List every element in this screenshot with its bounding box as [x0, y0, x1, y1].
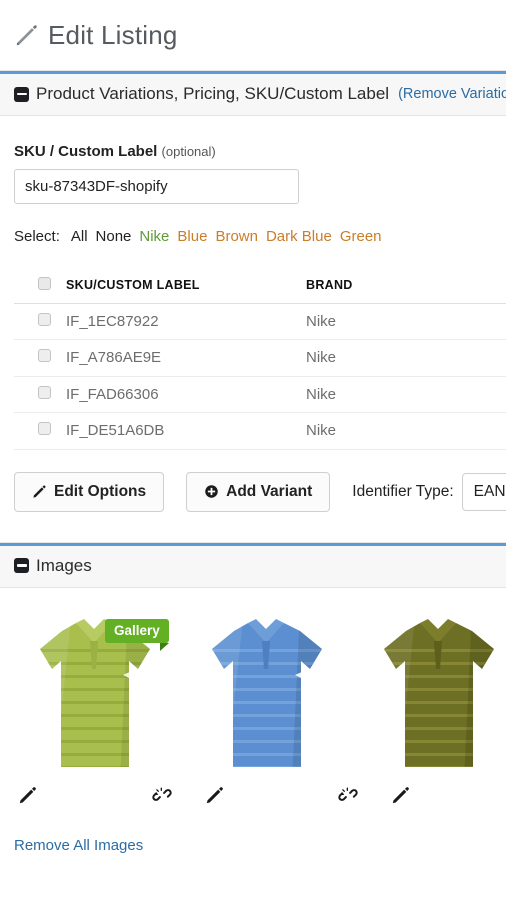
- sku-field-optional-note: (optional): [161, 144, 216, 159]
- select-label: Select:: [14, 228, 60, 245]
- variations-panel-body: SKU / Custom Label (optional) Select: All…: [0, 143, 506, 542]
- panel-bottom-gap: [14, 512, 492, 542]
- identifier-type-value: EAN: [473, 482, 506, 500]
- variations-section-header[interactable]: Product Variations, Pricing, SKU/Custom …: [0, 74, 506, 116]
- remove-variations-link[interactable]: (Remove Variations): [398, 86, 506, 102]
- edit-pencil-icon[interactable]: [205, 785, 225, 805]
- select-nike-link[interactable]: Nike: [139, 228, 169, 245]
- image-action-icon-row: [0, 781, 506, 815]
- select-blue-link[interactable]: Blue: [177, 228, 207, 245]
- sku-field-label: SKU / Custom Label (optional): [14, 143, 492, 160]
- variations-section-title: Product Variations, Pricing, SKU/Custom …: [36, 84, 390, 103]
- row-sku: IF_FAD66306: [66, 376, 306, 413]
- select-brown-link[interactable]: Brown: [215, 228, 258, 245]
- variations-action-row: Edit Options Add Variant Identifier Type…: [14, 471, 506, 512]
- thumbnail-green-polo[interactable]: Gallery: [32, 609, 169, 781]
- identifier-type-label: Identifier Type:: [352, 482, 454, 500]
- select-dark-blue-link[interactable]: Dark Blue: [266, 228, 332, 245]
- pencil-icon: [16, 25, 37, 46]
- row-checkbox-cell: [14, 376, 66, 413]
- thumbnail-list: Gallery: [14, 606, 494, 781]
- variant-quick-select-row: Select: All None Nike Blue Brown Dark Blue Gree…: [14, 228, 492, 245]
- gallery-badge: Gallery: [105, 618, 169, 651]
- row-checkbox-cell: [14, 412, 66, 450]
- column-header-brand: BRAND: [306, 267, 506, 304]
- row-checkbox[interactable]: [38, 349, 51, 363]
- add-variant-button[interactable]: Add Variant: [186, 471, 331, 512]
- table-row[interactable]: IF_DE51A6DB Nike: [14, 412, 506, 450]
- row-checkbox-cell: [14, 339, 66, 377]
- row-checkbox-cell: [14, 303, 66, 340]
- row-brand: Nike: [306, 412, 506, 450]
- sku-field-label-text: SKU / Custom Label: [14, 143, 158, 160]
- select-all-checkbox[interactable]: [38, 276, 51, 290]
- row-brand: Nike: [306, 339, 506, 377]
- page-header: Edit Listing: [0, 0, 506, 70]
- collapse-minus-icon[interactable]: [14, 86, 29, 102]
- row-sku: IF_DE51A6DB: [66, 412, 306, 450]
- variations-section-links: (Remove Variations)(I: [398, 85, 506, 103]
- images-section-title: Images: [36, 555, 92, 575]
- image-thumbnail-strip: Gallery: [0, 606, 506, 781]
- row-checkbox[interactable]: [38, 312, 51, 326]
- images-section-header[interactable]: Images: [0, 545, 506, 588]
- select-none-link[interactable]: None: [96, 228, 132, 245]
- row-sku: IF_1EC87922: [66, 303, 306, 340]
- table-row[interactable]: IF_A786AE9E Nike: [14, 339, 506, 377]
- pencil-icon: [32, 484, 47, 499]
- add-variant-label: Add Variant: [226, 482, 313, 500]
- table-row[interactable]: IF_1EC87922 Nike: [14, 303, 506, 340]
- row-checkbox[interactable]: [38, 385, 51, 399]
- collapse-minus-icon[interactable]: [14, 558, 29, 573]
- remove-all-images-row: Remove All Images: [0, 815, 506, 855]
- polo-shirt-blue-image: [212, 618, 322, 767]
- sku-input[interactable]: [14, 169, 299, 204]
- page-title: Edit Listing: [48, 19, 178, 50]
- identifier-type-select[interactable]: EAN ▲▼: [461, 472, 506, 511]
- row-checkbox[interactable]: [38, 422, 51, 436]
- column-header-sku: SKU/CUSTOM LABEL: [66, 267, 306, 304]
- thumbnail-olive-polo[interactable]: [376, 609, 498, 781]
- thumbnail-blue-polo[interactable]: [204, 609, 326, 781]
- select-all-header-cell: [14, 267, 66, 304]
- row-brand: Nike: [306, 303, 506, 340]
- select-all-link[interactable]: All: [71, 228, 88, 245]
- unlink-icon[interactable]: [152, 785, 172, 805]
- variations-table: SKU/CUSTOM LABEL BRAND IF_1EC87922 Nike …: [14, 267, 506, 450]
- row-sku: IF_A786AE9E: [66, 339, 306, 377]
- edit-options-button[interactable]: Edit Options: [14, 471, 165, 512]
- edit-pencil-icon[interactable]: [18, 785, 38, 805]
- select-green-link[interactable]: Green: [340, 228, 382, 245]
- edit-options-label: Edit Options: [54, 482, 147, 500]
- plus-circle-icon: [204, 484, 219, 499]
- polo-shirt-olive-image: [384, 618, 494, 767]
- table-row[interactable]: IF_FAD66306 Nike: [14, 376, 506, 413]
- row-brand: Nike: [306, 376, 506, 413]
- remove-all-images-link[interactable]: Remove All Images: [14, 837, 143, 854]
- unlink-icon[interactable]: [338, 785, 358, 805]
- edit-pencil-icon[interactable]: [391, 785, 411, 805]
- table-header-row: SKU/CUSTOM LABEL BRAND: [14, 267, 506, 304]
